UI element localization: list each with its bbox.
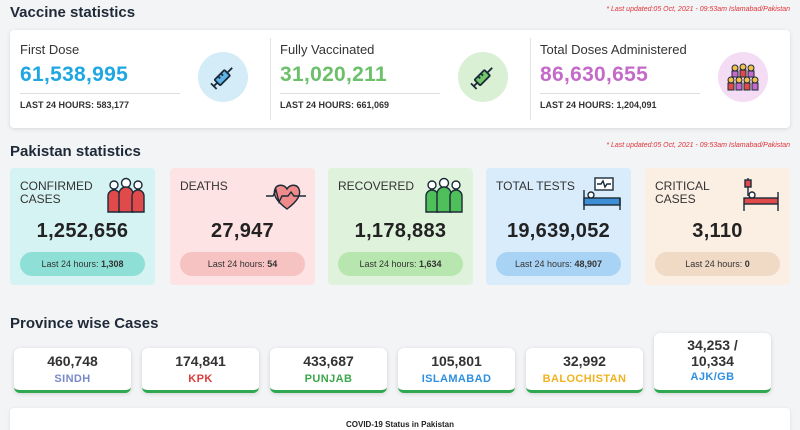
- stat-value: 1,252,656: [36, 220, 129, 242]
- hospital-bed-icon: [740, 176, 782, 214]
- province-name: BALOCHISTAN: [542, 373, 627, 385]
- people-icon: [105, 176, 147, 214]
- vaccine-first-dose: First Dose 61,538,995 LAST 24 HOURS: 583…: [10, 30, 270, 128]
- stat-card-confirmed: CONFIRMED CASES 1,252,656 Last 24 hours:…: [10, 168, 155, 285]
- stat-label: TOTAL TESTS: [496, 179, 575, 193]
- pill-prefix: Last 24 hours:: [685, 259, 743, 269]
- stat-value: 1,178,883: [354, 220, 447, 242]
- syringe-icon: [198, 52, 248, 102]
- pill-value: 54: [267, 259, 278, 269]
- province-value: 174,841: [175, 353, 226, 369]
- stat-value: 27,947: [211, 220, 274, 242]
- last-24-pill: Last 24 hours: 1,308: [20, 252, 145, 276]
- pill-prefix: Last 24 hours:: [207, 259, 265, 269]
- stat-card-recovered: RECOVERED 1,178,883 Last 24 hours: 1,634: [328, 168, 473, 285]
- pill-prefix: Last 24 hours:: [359, 259, 417, 269]
- province-value: 105,801: [431, 353, 482, 369]
- status-chart-title: COVID-19 Status in Pakistan: [345, 420, 455, 429]
- province-name: AJK/GB: [690, 371, 735, 383]
- stat-label: CONFIRMED CASES: [20, 179, 93, 206]
- province-value: 32,992: [563, 353, 606, 369]
- last-24-pill: Last 24 hours: 54: [180, 252, 305, 276]
- pill-value: 48,907: [574, 259, 603, 269]
- province-card-balochistan: 32,992 BALOCHISTAN: [526, 348, 643, 393]
- province-card-sindh: 460,748 SINDH: [14, 348, 131, 393]
- divider: [280, 93, 440, 94]
- pill-prefix: Last 24 hours:: [514, 259, 572, 269]
- last-24-pill: Last 24 hours: 0: [655, 252, 780, 276]
- vaccine-total-doses: Total Doses Administered 86,630,655 LAST…: [530, 30, 790, 128]
- province-card-islamabad: 105,801 ISLAMABAD: [398, 348, 515, 393]
- province-value: 34,253 / 10,334: [687, 337, 738, 369]
- divider: [540, 93, 700, 94]
- status-chart-panel: COVID-19 Status in Pakistan: [10, 408, 790, 430]
- pakistan-last-updated: * Last updated:05 Oct, 2021 - 09:53am Is…: [606, 142, 790, 149]
- hospital-bed-monitor-icon: [581, 176, 623, 214]
- recovered-people-icon: [423, 176, 465, 214]
- stat-label: DEATHS: [180, 179, 228, 193]
- vaccine-fully-vaccinated: Fully Vaccinated 31,020,211 LAST 24 HOUR…: [270, 30, 530, 128]
- province-name: SINDH: [54, 373, 91, 385]
- divider: [20, 93, 180, 94]
- province-name: ISLAMABAD: [421, 373, 492, 385]
- stat-value: 3,110: [692, 220, 743, 242]
- pill-prefix: Last 24 hours:: [41, 259, 99, 269]
- stat-value: 19,639,052: [506, 220, 611, 242]
- province-name: KPK: [188, 373, 213, 385]
- vaccine-last-updated: * Last updated:05 Oct, 2021 - 09:53am Is…: [606, 6, 790, 13]
- last-24-pill: Last 24 hours: 48,907: [496, 252, 621, 276]
- province-section-title: Province wise Cases: [10, 315, 159, 332]
- province-value: 460,748: [47, 353, 98, 369]
- stat-label: RECOVERED: [338, 179, 415, 193]
- stat-card-deaths: DEATHS 27,947 Last 24 hours: 54: [170, 168, 315, 285]
- syringe-icon: [458, 52, 508, 102]
- crowd-icon: [718, 52, 768, 102]
- pill-value: 1,634: [419, 259, 442, 269]
- province-card-kpk: 174,841 KPK: [142, 348, 259, 393]
- pill-value: 0: [744, 259, 750, 269]
- stat-card-total-tests: TOTAL TESTS 19,639,052 Last 24 hours: 48…: [486, 168, 631, 285]
- pill-value: 1,308: [101, 259, 124, 269]
- province-value: 433,687: [303, 353, 354, 369]
- vaccine-section-title: Vaccine statistics: [10, 4, 136, 21]
- province-name: PUNJAB: [304, 373, 353, 385]
- stat-label: CRITICAL CASES: [655, 179, 710, 206]
- pakistan-section-title: Pakistan statistics: [10, 143, 141, 160]
- province-card-punjab: 433,687 PUNJAB: [270, 348, 387, 393]
- last-24-pill: Last 24 hours: 1,634: [338, 252, 463, 276]
- vaccine-card: First Dose 61,538,995 LAST 24 HOURS: 583…: [10, 30, 790, 128]
- heartbeat-icon: [265, 176, 307, 214]
- stat-card-critical: CRITICAL CASES 3,110 Last 24 hours: 0: [645, 168, 790, 285]
- province-card-ajk-gb: 34,253 / 10,334 AJK/GB: [654, 333, 771, 393]
